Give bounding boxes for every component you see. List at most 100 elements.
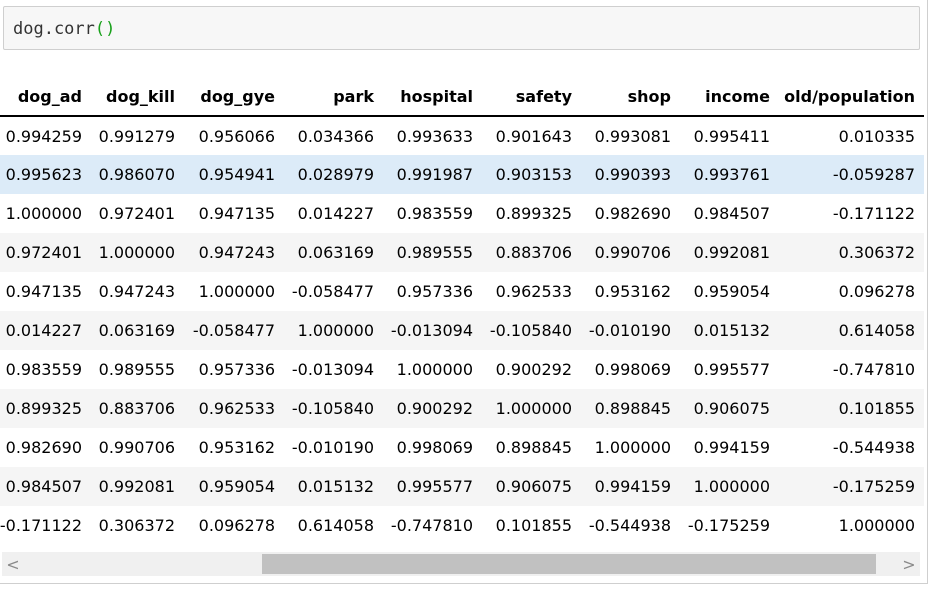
table-cell: 0.614058 (284, 506, 383, 545)
table-cell: 0.947243 (91, 272, 184, 311)
table-cell: 0.906075 (482, 467, 581, 506)
table-cell: 0.015132 (680, 311, 779, 350)
column-header: safety (482, 78, 581, 117)
table-cell: 1.000000 (383, 350, 482, 389)
column-header: dog_gye (184, 78, 284, 117)
table-cell: -0.544938 (581, 506, 680, 545)
table-row: 0.014227 0.063169 -0.058477 1.000000 -0.0130… (0, 311, 924, 350)
table-cell: 0.101855 (779, 389, 924, 428)
scrollbar-thumb[interactable] (261, 554, 876, 574)
table-cell: 0.014227 (0, 311, 91, 350)
table-cell: 0.995623 (0, 155, 91, 194)
table-cell: 0.983559 (0, 350, 91, 389)
table-cell: 0.306372 (91, 506, 184, 545)
table-cell: 0.900292 (383, 389, 482, 428)
table-cell: 1.000000 (0, 194, 91, 233)
table-cell: 0.954941 (184, 155, 284, 194)
table-cell: 0.063169 (91, 311, 184, 350)
table-row: 0.983559 0.989555 0.957336 -0.013094 1.00000… (0, 350, 924, 389)
table-cell: 0.959054 (680, 272, 779, 311)
table-cell: 0.995577 (383, 467, 482, 506)
table-cell: 0.982690 (0, 428, 91, 467)
table-cell: 0.984507 (0, 467, 91, 506)
table-cell: 0.906075 (680, 389, 779, 428)
table-cell: 0.883706 (91, 389, 184, 428)
table-cell: 0.015132 (284, 467, 383, 506)
table-cell: 0.063169 (284, 233, 383, 272)
scroll-left-arrow-icon[interactable]: < (2, 552, 24, 576)
table-cell: 0.983559 (383, 194, 482, 233)
table-cell: 0.957336 (184, 350, 284, 389)
table-cell: 0.982690 (581, 194, 680, 233)
table-cell: -0.105840 (284, 389, 383, 428)
column-header: park (284, 78, 383, 117)
table-cell: 0.995577 (680, 350, 779, 389)
table-cell: 0.993633 (383, 116, 482, 155)
table-cell: 0.995411 (680, 116, 779, 155)
table-cell: 0.903153 (482, 155, 581, 194)
table-cell: -0.105840 (482, 311, 581, 350)
table-cell: 0.994159 (680, 428, 779, 467)
table-cell: -0.010190 (581, 311, 680, 350)
table-cell: 0.096278 (184, 506, 284, 545)
table-cell: -0.058477 (284, 272, 383, 311)
table-cell: -0.013094 (383, 311, 482, 350)
table-cell: 0.900292 (482, 350, 581, 389)
table-cell: 0.998069 (383, 428, 482, 467)
table-cell: 1.000000 (482, 389, 581, 428)
table-cell: 0.898845 (581, 389, 680, 428)
table-cell: -0.171122 (779, 194, 924, 233)
table-row: 1.000000 0.972401 0.947135 0.014227 0.983559… (0, 194, 924, 233)
table-cell: 0.989555 (91, 350, 184, 389)
table-cell: 0.962533 (184, 389, 284, 428)
table-cell: 0.953162 (581, 272, 680, 311)
table-cell: 0.096278 (779, 272, 924, 311)
table-row: 0.982690 0.990706 0.953162 -0.010190 0.99806… (0, 428, 924, 467)
table-cell: 0.959054 (184, 467, 284, 506)
table-cell: 0.947243 (184, 233, 284, 272)
table-cell: 0.991987 (383, 155, 482, 194)
table-header-row: dog_ad dog_kill dog_gye park hospital safety s… (0, 78, 924, 117)
column-header: income (680, 78, 779, 117)
table-cell: 0.956066 (184, 116, 284, 155)
table-row: -0.171122 0.306372 0.096278 0.614058 -0.7478… (0, 506, 924, 545)
table-cell: 1.000000 (184, 272, 284, 311)
horizontal-scrollbar[interactable]: < > (2, 552, 920, 576)
table-cell: 0.101855 (482, 506, 581, 545)
table-cell: 0.306372 (779, 233, 924, 272)
table-cell: 0.899325 (482, 194, 581, 233)
table-cell: 1.000000 (779, 506, 924, 545)
table-row: 0.899325 0.883706 0.962533 -0.105840 0.90029… (0, 389, 924, 428)
code-cell-input[interactable]: dog.corr() (3, 6, 920, 50)
table-cell: 0.883706 (482, 233, 581, 272)
table-cell: 0.614058 (779, 311, 924, 350)
table-cell: 0.984507 (680, 194, 779, 233)
table-cell: -0.010190 (284, 428, 383, 467)
table-cell: 1.000000 (284, 311, 383, 350)
column-header: shop (581, 78, 680, 117)
table-cell: 0.993081 (581, 116, 680, 155)
table-cell: 0.899325 (0, 389, 91, 428)
table-cell: -0.544938 (779, 428, 924, 467)
table-cell: 1.000000 (91, 233, 184, 272)
scroll-right-arrow-icon[interactable]: > (898, 552, 920, 576)
table-cell: 0.972401 (0, 233, 91, 272)
table-cell: 0.953162 (184, 428, 284, 467)
cell-output: dog_ad dog_kill dog_gye park hospital safety s… (0, 78, 928, 552)
table-cell: 0.992081 (680, 233, 779, 272)
dataframe-table: dog_ad dog_kill dog_gye park hospital safety s… (0, 78, 924, 545)
table-cell: 0.014227 (284, 194, 383, 233)
table-cell: 0.994259 (0, 116, 91, 155)
table-cell: 1.000000 (581, 428, 680, 467)
table-cell: 0.010335 (779, 116, 924, 155)
table-cell: 0.898845 (482, 428, 581, 467)
table-cell: 0.986070 (91, 155, 184, 194)
table-row: 0.994259 0.991279 0.956066 0.034366 0.993633… (0, 116, 924, 155)
table-cell: 0.990706 (91, 428, 184, 467)
table-cell: -0.058477 (184, 311, 284, 350)
table-cell: 0.992081 (91, 467, 184, 506)
table-row: 0.972401 1.000000 0.947243 0.063169 0.989555… (0, 233, 924, 272)
code-parens: () (94, 19, 116, 39)
code-text: dog.corr() (13, 19, 115, 39)
table-cell: 0.957336 (383, 272, 482, 311)
